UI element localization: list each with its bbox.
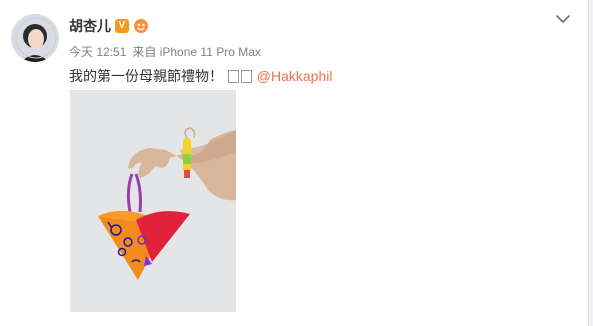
post-header: 胡杏儿 V: [69, 16, 149, 36]
post-meta: 今天 12:51 来自 iPhone 11 Pro Max: [69, 43, 261, 60]
username-link[interactable]: 胡杏儿: [69, 16, 111, 36]
avatar-image: [11, 14, 59, 62]
emoji-placeholder-icon: [227, 70, 239, 83]
user-avatar[interactable]: [11, 14, 59, 62]
post-text-body: 我的第一份母親節禮物！: [69, 68, 223, 84]
post-source[interactable]: 来自 iPhone 11 Pro Max: [132, 43, 261, 60]
photo-illustration: [70, 90, 236, 312]
post-timestamp[interactable]: 今天 12:51: [69, 43, 126, 60]
scrollbar-track[interactable]: [588, 0, 593, 326]
member-badge-icon[interactable]: [133, 18, 149, 34]
weibo-post-card: 胡杏儿 V 今天 12:51 来自 iPhone 11 Pro Max 我的第一…: [0, 0, 593, 326]
chevron-down-icon[interactable]: [555, 11, 571, 27]
post-text: 我的第一份母親節禮物！ @Hakkaphil: [69, 66, 332, 86]
emoji-placeholder-icon: [240, 70, 252, 83]
mention-link[interactable]: @Hakkaphil: [257, 68, 333, 84]
verified-badge[interactable]: V: [115, 19, 129, 33]
post-photo[interactable]: [70, 90, 236, 312]
